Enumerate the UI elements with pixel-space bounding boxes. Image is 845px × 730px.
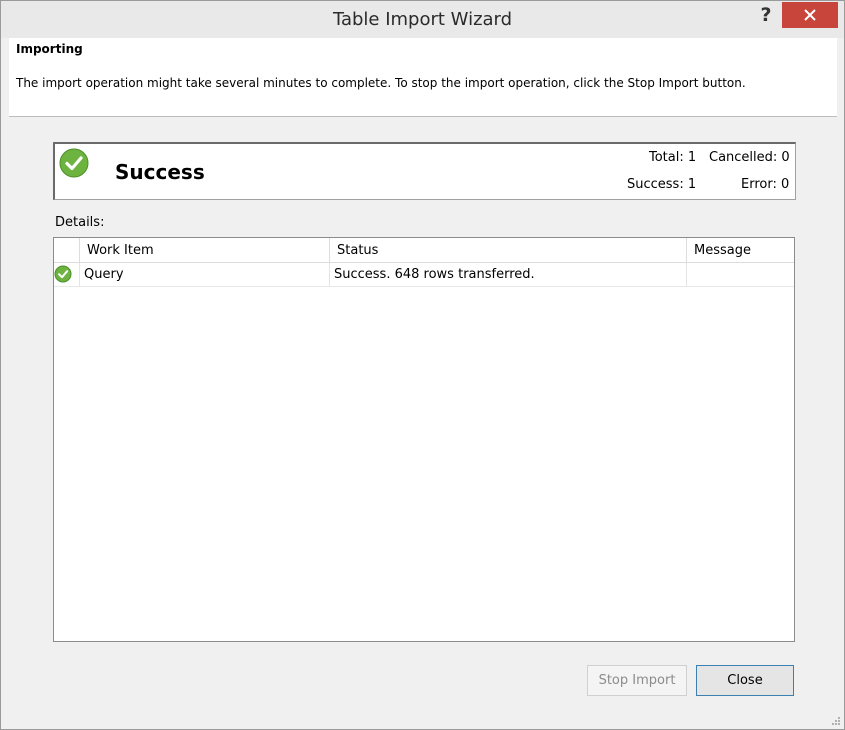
column-header-status[interactable]: Status [330, 238, 687, 262]
success-check-icon [54, 265, 72, 283]
help-button[interactable]: ? [753, 2, 779, 28]
table-row[interactable]: Query Success. 648 rows transferred. [54, 263, 794, 287]
column-header-message[interactable]: Message [687, 238, 794, 262]
total-count: Total: 1 [649, 150, 697, 165]
stop-import-button[interactable]: Stop Import [587, 665, 687, 696]
row-status-cell [54, 263, 80, 286]
details-label: Details: [55, 215, 105, 230]
window-title: Table Import Wizard [332, 9, 513, 30]
status-cell: Success. 648 rows transferred. [330, 263, 687, 286]
column-header-work-item[interactable]: Work Item [80, 238, 330, 262]
table-import-wizard-window: Table Import Wizard ? Importing The impo… [0, 0, 845, 730]
import-summary: Success Total: 1 Cancelled: 0 Success: 1… [53, 142, 796, 200]
message-cell [687, 263, 794, 286]
resize-grip-icon[interactable] [832, 717, 840, 725]
summary-status: Success [115, 160, 205, 184]
success-check-icon [59, 148, 89, 178]
work-item-cell: Query [80, 263, 330, 286]
close-icon [804, 9, 816, 21]
table-header: Work Item Status Message [54, 238, 794, 263]
title-bar[interactable]: Table Import Wizard ? [1, 1, 844, 38]
details-table[interactable]: Work Item Status Message Query Success. … [53, 237, 795, 642]
cancelled-count: Cancelled: 0 [709, 150, 790, 165]
success-count: Success: 1 [627, 177, 697, 192]
close-button[interactable]: Close [696, 665, 794, 696]
column-header-icon[interactable] [54, 238, 80, 262]
step-title: Importing [16, 42, 83, 56]
window-close-button[interactable] [782, 2, 838, 28]
error-count: Error: 0 [741, 177, 790, 192]
header-panel: Importing The import operation might tak… [9, 38, 837, 117]
step-description: The import operation might take several … [16, 76, 746, 90]
